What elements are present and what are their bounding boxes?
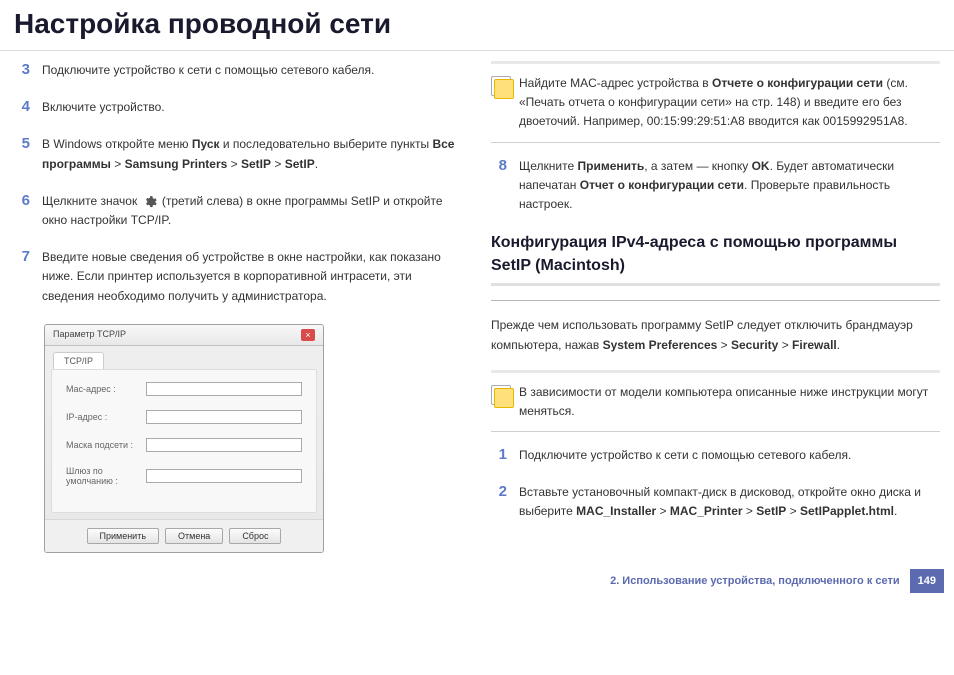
page-title: Настройка проводной сети: [0, 0, 954, 51]
footer-text: 2. Использование устройства, подключенно…: [610, 575, 900, 587]
note-icon: [491, 385, 511, 405]
step-text: Щелкните Применить, а затем — кнопку OK.…: [519, 157, 940, 215]
field-input[interactable]: [146, 438, 302, 452]
step-4: 4 Включите устройство.: [14, 98, 463, 117]
step-number: 7: [14, 248, 30, 265]
field-input[interactable]: [146, 410, 302, 424]
tcpip-dialog: Параметр TCP/IP × TCP/IP Mac-адрес : IP-адре…: [44, 324, 324, 553]
step-1: 1 Подключите устройство к сети с помощью …: [491, 446, 940, 465]
step-6: 6 Щелкните значок (третий слева) в окне п…: [14, 192, 463, 230]
page-number: 149: [910, 569, 944, 593]
step-number: 5: [14, 135, 30, 152]
field-label: IP-адрес :: [66, 412, 146, 422]
field-label: Mac-адрес :: [66, 384, 146, 394]
note-text: Найдите MAC-адрес устройства в Отчете о …: [519, 74, 940, 132]
field-label: Маска подсети :: [66, 440, 146, 450]
step-text: Подключите устройство к сети с помощью с…: [519, 446, 940, 465]
step-3: 3 Подключите устройство к сети с помощью …: [14, 61, 463, 80]
step-2: 2 Вставьте установочный компакт-диск в ди…: [491, 483, 940, 521]
field-row: Шлюз по умолчанию :: [66, 466, 302, 486]
left-column: 3 Подключите устройство к сети с помощью …: [14, 61, 463, 553]
field-row: Mac-адрес :: [66, 382, 302, 396]
step-text: Введите новые сведения об устройстве в о…: [42, 248, 463, 306]
gear-icon: [143, 195, 157, 209]
step-7: 7 Введите новые сведения об устройстве в …: [14, 248, 463, 306]
step-number: 2: [491, 483, 507, 500]
step-5: 5 В Windows откройте меню Пуск и последов…: [14, 135, 463, 173]
note-box: В зависимости от модели компьютера описа…: [491, 370, 940, 432]
divider: [491, 283, 940, 286]
step-text: Включите устройство.: [42, 98, 463, 117]
dialog-button[interactable]: Сброс: [229, 528, 281, 544]
note-box: Найдите MAC-адрес устройства в Отчете о …: [491, 61, 940, 143]
field-input[interactable]: [146, 469, 302, 483]
step-number: 6: [14, 192, 30, 209]
section-title: Конфигурация IPv4-адреса с помощью прогр…: [491, 232, 940, 277]
field-label: Шлюз по умолчанию :: [66, 466, 146, 486]
dialog-button[interactable]: Применить: [87, 528, 160, 544]
step-text: Вставьте установочный компакт-диск в дис…: [519, 483, 940, 521]
field-input[interactable]: [146, 382, 302, 396]
right-column: Найдите MAC-адрес устройства в Отчете о …: [491, 61, 940, 553]
dialog-button[interactable]: Отмена: [165, 528, 223, 544]
content: 3 Подключите устройство к сети с помощью …: [0, 51, 954, 563]
close-icon[interactable]: ×: [301, 329, 315, 341]
dialog-body: Mac-адрес : IP-адрес : Маска подсети : Шлюз…: [51, 369, 317, 513]
field-row: IP-адрес :: [66, 410, 302, 424]
dialog-titlebar: Параметр TCP/IP ×: [45, 325, 323, 346]
divider: [491, 300, 940, 301]
paragraph: Прежде чем использовать программу SetIP …: [491, 315, 940, 356]
footer: 2. Использование устройства, подключенно…: [0, 563, 954, 599]
step-text: В Windows откройте меню Пуск и последова…: [42, 135, 463, 173]
step-number: 3: [14, 61, 30, 78]
step-8: 8 Щелкните Применить, а затем — кнопку OK…: [491, 157, 940, 215]
field-row: Маска подсети :: [66, 438, 302, 452]
dialog-buttons: Применить Отмена Сброс: [45, 519, 323, 552]
dialog-title-text: Параметр TCP/IP: [53, 329, 126, 341]
step-text: Подключите устройство к сети с помощью с…: [42, 61, 463, 80]
tab-tcpip[interactable]: TCP/IP: [53, 352, 104, 369]
step-number: 4: [14, 98, 30, 115]
note-icon: [491, 76, 511, 96]
step-number: 1: [491, 446, 507, 463]
step-number: 8: [491, 157, 507, 174]
tab-row: TCP/IP: [45, 346, 323, 369]
note-text: В зависимости от модели компьютера описа…: [519, 383, 940, 421]
step-text: Щелкните значок (третий слева) в окне пр…: [42, 192, 463, 230]
